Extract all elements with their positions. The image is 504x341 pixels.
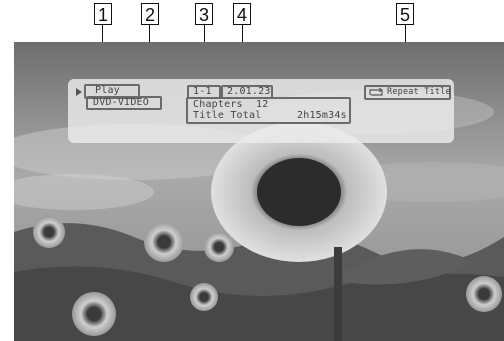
callout-1: 1: [94, 3, 112, 25]
chapters-label: Chapters: [193, 99, 243, 110]
elapsed-time: 2.01.23: [227, 86, 271, 97]
callout-5: 5: [396, 3, 414, 25]
title-total-label: Title Total: [193, 110, 262, 121]
disc-type: DVD-VIDEO: [93, 97, 149, 108]
callout-3: 3: [195, 3, 213, 25]
title-total-time: 2h15m34s: [297, 110, 347, 121]
callout-2: 2: [141, 3, 159, 25]
repeat-icon: [369, 88, 383, 96]
playback-status: Play: [95, 85, 120, 96]
play-arrow-icon: [76, 88, 82, 96]
title-chapter-number: 1-1: [193, 86, 212, 97]
chapters-count: 12: [256, 99, 269, 110]
callout-4: 4: [233, 3, 251, 25]
repeat-mode: Repeat Title: [387, 87, 451, 97]
